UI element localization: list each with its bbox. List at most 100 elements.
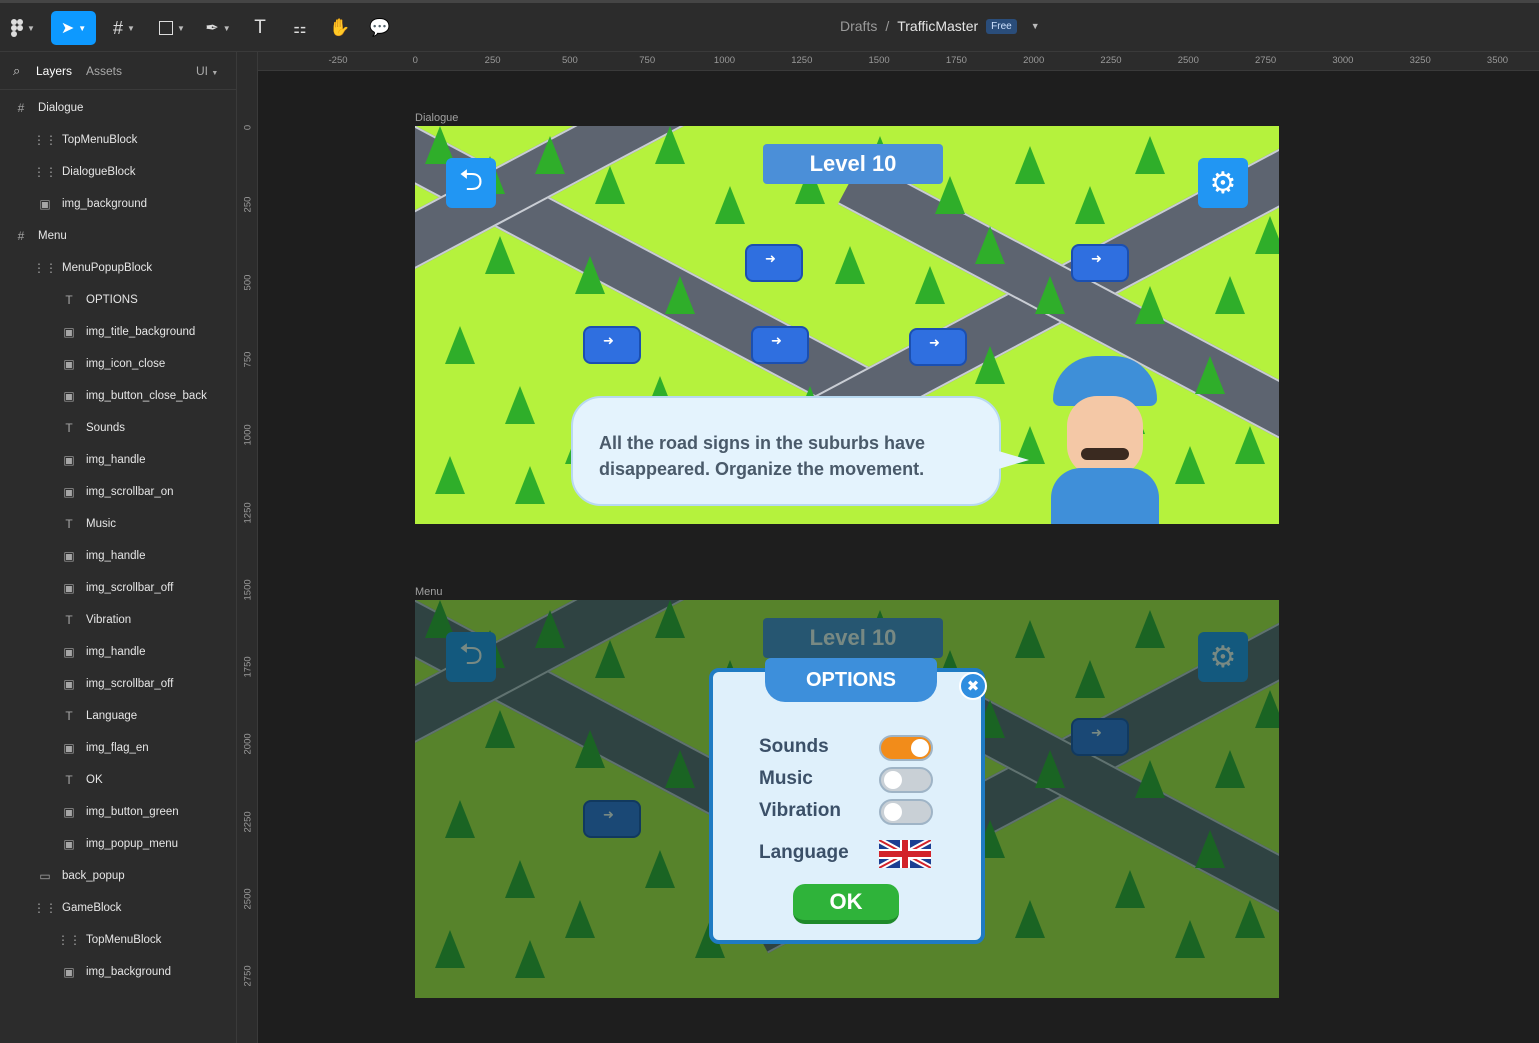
text-layer-icon: T <box>65 293 73 307</box>
speech-bubble: All the road signs in the suburbs have d… <box>571 396 1029 506</box>
layer-row[interactable]: ▣ img_title_background <box>0 316 236 348</box>
layer-row[interactable]: ▣ img_icon_close <box>0 348 236 380</box>
layer-row[interactable]: ▭ back_popup <box>0 860 236 892</box>
layer-row[interactable]: ▣ img_background <box>0 188 236 220</box>
tree <box>915 266 945 304</box>
layer-row[interactable]: T Vibration <box>0 604 236 636</box>
layer-row[interactable]: ▣ img_scrollbar_off <box>0 572 236 604</box>
layer-label: Dialogue <box>38 102 84 114</box>
comment-icon: 💬 <box>369 18 391 37</box>
hand-icon: ✋ <box>329 18 351 37</box>
layer-row[interactable]: ⋮⋮ DialogueBlock <box>0 156 236 188</box>
ruler-tick-label: 250 <box>484 55 501 66</box>
frame-label-dialogue[interactable]: Dialogue <box>415 112 458 124</box>
hand-tool-button[interactable]: ✋ <box>328 11 352 45</box>
car[interactable] <box>745 244 803 282</box>
layer-label: TopMenuBlock <box>62 134 138 146</box>
layer-row[interactable]: ▣ img_handle <box>0 636 236 668</box>
layer-row[interactable]: ⋮⋮ TopMenuBlock <box>0 124 236 156</box>
layer-row[interactable]: ⋮⋮ MenuPopupBlock <box>0 252 236 284</box>
layer-label: Music <box>86 518 117 530</box>
tab-assets[interactable]: Assets <box>86 64 122 78</box>
ruler-tick-label: 500 <box>561 55 578 66</box>
frame-label-menu[interactable]: Menu <box>415 586 443 598</box>
image-layer-icon: ▣ <box>63 549 75 563</box>
layer-row[interactable]: ▣ img_background <box>0 956 236 988</box>
layer-row[interactable]: ▣ img_scrollbar_off <box>0 668 236 700</box>
menu-frame[interactable]: ⮌ ⚙ Level 10 OPTIONS ✖ SoundsMusicVibrat… <box>415 600 1279 998</box>
car[interactable] <box>909 328 967 366</box>
group-icon: ⋮⋮ <box>33 901 57 915</box>
ok-button[interactable]: OK <box>793 884 899 924</box>
layer-row[interactable]: T OK <box>0 764 236 796</box>
ruler-tick-label: 2500 <box>1177 55 1199 66</box>
layer-row[interactable]: ▣ img_handle <box>0 540 236 572</box>
flag-en-icon[interactable] <box>879 840 931 868</box>
layers-panel: ⌕ Layers Assets UI ▼ # Dialogue ⋮⋮ TopMenuB… <box>0 52 237 1043</box>
layer-label: img_handle <box>86 646 146 658</box>
shape-tool-button[interactable]: ▼ <box>154 11 190 45</box>
group-icon: ⋮⋮ <box>57 933 81 947</box>
layer-row[interactable]: T Sounds <box>0 412 236 444</box>
page-selector-label: UI <box>196 63 208 78</box>
image-layer-icon: ▣ <box>63 357 75 371</box>
breadcrumb-drafts[interactable]: Drafts <box>840 18 877 34</box>
gear-icon[interactable]: ⚙ <box>1198 158 1248 208</box>
option-toggle[interactable] <box>879 799 933 825</box>
plan-badge: Free <box>986 18 1017 34</box>
figma-logo-icon[interactable]: ▼ <box>6 11 40 45</box>
layer-row[interactable]: ▣ img_handle <box>0 444 236 476</box>
layer-row[interactable]: # Dialogue <box>0 92 236 124</box>
options-title-banner: OPTIONS <box>765 658 937 702</box>
ruler-vertical: 0 250 500 750 1000 1250 1500 1750 2000 2250 2500 27… <box>237 52 258 1043</box>
rectangle-icon: ▭ <box>39 869 51 883</box>
file-name[interactable]: TrafficMaster <box>897 18 978 34</box>
layer-row[interactable]: ▣ img_button_green <box>0 796 236 828</box>
frame-tool-button[interactable]: # ▼ <box>106 11 142 45</box>
layer-row[interactable]: # Menu <box>0 220 236 252</box>
car[interactable] <box>583 326 641 364</box>
breadcrumb-separator: / <box>885 18 890 34</box>
search-icon[interactable]: ⌕ <box>13 63 20 79</box>
option-toggle[interactable] <box>879 735 933 761</box>
back-arrow-icon[interactable]: ⮌ <box>446 158 496 208</box>
layer-row[interactable]: ⋮⋮ TopMenuBlock <box>0 924 236 956</box>
image-layer-icon: ▣ <box>63 741 75 755</box>
text-layer-icon: T <box>65 421 73 435</box>
ruler-tick-label: 2250 <box>1100 55 1122 66</box>
dialogue-frame[interactable]: ⮌ ⚙ Level 10 All the road signs in the s… <box>415 126 1279 524</box>
close-icon[interactable]: ✖ <box>959 672 987 700</box>
layer-row[interactable]: ▣ img_button_close_back <box>0 380 236 412</box>
layer-row[interactable]: ▣ img_popup_menu <box>0 828 236 860</box>
layer-label: Menu <box>38 230 67 242</box>
tree <box>535 136 565 174</box>
move-tool-button[interactable]: ➤ ▼ <box>51 11 96 45</box>
ruler-tick-label: 0 <box>412 55 418 66</box>
pen-tool-button[interactable]: ✒ ▼ <box>200 11 236 45</box>
layer-label: img_scrollbar_off <box>86 678 174 690</box>
shape-icon <box>159 21 174 35</box>
chevron-down-icon[interactable]: ▼ <box>1031 21 1040 31</box>
comment-tool-button[interactable]: 💬 <box>368 11 392 45</box>
ruler-tick-label: 1250 <box>791 55 813 66</box>
ruler-tick-label: 750 <box>242 351 254 368</box>
layer-row[interactable]: T Music <box>0 508 236 540</box>
image-layer-icon: ▣ <box>63 805 75 819</box>
car[interactable] <box>751 326 809 364</box>
ruler-tick-label: 750 <box>639 55 656 66</box>
ruler-tick-label: 2000 <box>242 733 254 755</box>
layer-row[interactable]: T Language <box>0 700 236 732</box>
ruler-tick-label: 2250 <box>242 811 254 833</box>
panel-tabs: ⌕ Layers Assets UI ▼ <box>0 52 236 90</box>
layer-row[interactable]: ▣ img_scrollbar_on <box>0 476 236 508</box>
layer-row[interactable]: T OPTIONS <box>0 284 236 316</box>
image-layer-icon: ▣ <box>63 645 75 659</box>
option-toggle[interactable] <box>879 767 933 793</box>
car[interactable] <box>1071 244 1129 282</box>
text-tool-button[interactable]: T <box>248 11 272 45</box>
tab-layers[interactable]: Layers <box>36 64 72 78</box>
components-tool-button[interactable]: ⚏ <box>288 11 312 45</box>
layer-row[interactable]: ▣ img_flag_en <box>0 732 236 764</box>
layer-row[interactable]: ⋮⋮ GameBlock <box>0 892 236 924</box>
page-selector[interactable]: UI ▼ <box>196 64 218 78</box>
